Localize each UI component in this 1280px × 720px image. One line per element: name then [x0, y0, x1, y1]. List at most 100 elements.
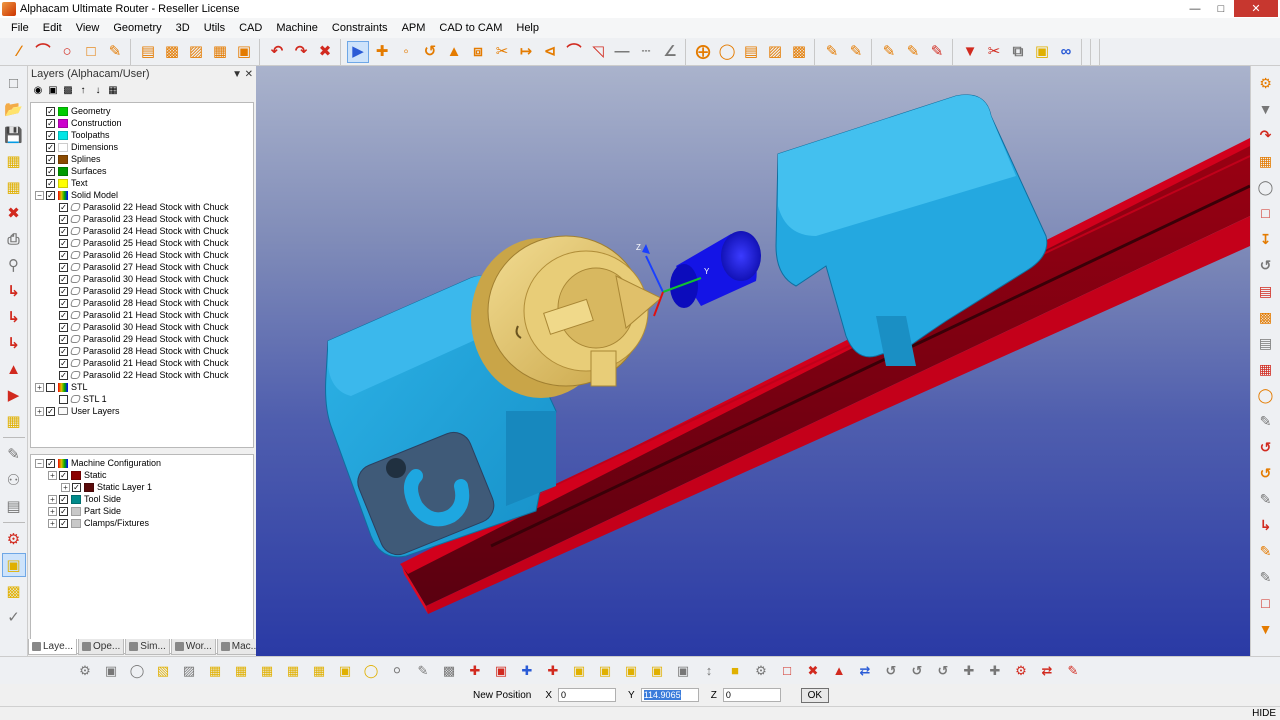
hide-label[interactable]: HIDE — [1252, 708, 1276, 719]
scale-icon[interactable]: ⧈ — [467, 41, 489, 63]
open-icon[interactable]: 📂 — [2, 97, 26, 121]
snap-icon[interactable]: ⨁ — [692, 41, 714, 63]
x-input[interactable]: 0 — [558, 688, 617, 702]
visibility-checkbox[interactable] — [46, 382, 55, 392]
view-icon-38[interactable]: ⇄ — [1036, 660, 1058, 682]
rect-select-icon[interactable]: ▩ — [2, 579, 26, 603]
menu-cad-to-cam[interactable]: CAD to CAM — [432, 18, 509, 38]
view-icon-3[interactable]: ◯ — [126, 660, 148, 682]
select-icon[interactable]: ▶ — [347, 40, 369, 63]
view-icon-22[interactable]: ▣ — [620, 660, 642, 682]
tool-icon-15[interactable]: ↺ — [1254, 435, 1278, 459]
new-icon[interactable]: □ — [2, 71, 26, 95]
tree-row[interactable]: ✓ Surfaces — [31, 165, 253, 177]
close-panel-icon[interactable]: ✕ — [245, 69, 253, 80]
pin-icon[interactable]: ▼ — [232, 69, 242, 80]
binoculars-icon[interactable]: ◉ — [31, 83, 45, 97]
visibility-checkbox[interactable]: ✓ — [46, 142, 55, 152]
tree-row[interactable]: ✓ Parasolid 29 Head Stock with Chuck — [31, 333, 253, 345]
fillet-icon[interactable]: ⌒ — [563, 41, 585, 63]
zoom-icon[interactable]: ⚲ — [2, 253, 26, 277]
menu-edit[interactable]: Edit — [36, 18, 69, 38]
toolpath-icon-2[interactable]: ▨ — [764, 41, 786, 63]
toolpath-icon-3[interactable]: ▩ — [788, 41, 810, 63]
tree-row[interactable]: ✓ Parasolid 28 Head Stock with Chuck — [31, 297, 253, 309]
view-icon-32[interactable]: ↺ — [880, 660, 902, 682]
view-icon-29[interactable]: ✖ — [802, 660, 824, 682]
menu-machine[interactable]: Machine — [269, 18, 325, 38]
view-icon-27[interactable]: ⚙ — [750, 660, 772, 682]
visibility-checkbox[interactable]: ✓ — [59, 286, 68, 296]
view-icon-17[interactable]: ▣ — [490, 660, 512, 682]
visibility-checkbox[interactable]: ✓ — [59, 518, 68, 528]
cube-icon[interactable]: ▣ — [1, 553, 26, 577]
view-icon-21[interactable]: ▣ — [594, 660, 616, 682]
tree-row[interactable]: ✓ Parasolid 21 Head Stock with Chuck — [31, 309, 253, 321]
visibility-checkbox[interactable] — [59, 394, 68, 404]
visibility-checkbox[interactable]: ✓ — [46, 406, 55, 416]
tool-icon-19[interactable]: ✎ — [1254, 539, 1278, 563]
view-icon-1[interactable]: ⚙ — [74, 660, 96, 682]
view-icon-33[interactable]: ↺ — [906, 660, 928, 682]
view-icon-16[interactable]: ✚ — [464, 660, 486, 682]
edit-icon-5[interactable]: ✎ — [926, 41, 948, 63]
tool-icon-2[interactable]: ▼ — [1254, 97, 1278, 121]
tree-row[interactable]: ✓ Parasolid 30 Head Stock with Chuck — [31, 321, 253, 333]
tool-icon-7[interactable]: ↧ — [1254, 227, 1278, 251]
snap-circle-icon[interactable]: ◯ — [716, 41, 738, 63]
expand-icon[interactable]: + — [35, 406, 44, 416]
tool-icon-5[interactable]: ◯ — [1254, 175, 1278, 199]
visibility-checkbox[interactable]: ✓ — [59, 506, 68, 516]
view-icon-19[interactable]: ✚ — [542, 660, 564, 682]
tree-row[interactable]: + ✓ Part Side — [31, 505, 253, 517]
view-icon-23[interactable]: ▣ — [646, 660, 668, 682]
visibility-checkbox[interactable]: ✓ — [46, 166, 55, 176]
tool-icon-6[interactable]: □ — [1254, 201, 1278, 225]
tool-icon-16[interactable]: ↺ — [1254, 461, 1278, 485]
view-icon-2[interactable]: ▣ — [100, 660, 122, 682]
view-icon-37[interactable]: ⚙ — [1010, 660, 1032, 682]
tree-row[interactable]: ✓ Parasolid 30 Head Stock with Chuck — [31, 273, 253, 285]
view-icon-14[interactable]: ✎ — [412, 660, 434, 682]
menu-file[interactable]: File — [4, 18, 36, 38]
expand-icon[interactable]: + — [48, 518, 57, 528]
view-icon-13[interactable]: ⚪ — [386, 660, 408, 682]
maximize-button[interactable]: □ — [1208, 0, 1234, 17]
view-icon-18[interactable]: ✚ — [516, 660, 538, 682]
print-icon[interactable]: ⎙ — [2, 227, 26, 251]
tree-row[interactable]: ✓ Parasolid 25 Head Stock with Chuck — [31, 237, 253, 249]
tree-row[interactable]: + STL — [31, 381, 253, 393]
z-input[interactable]: 0 — [722, 688, 781, 702]
nc-run-icon[interactable]: ▦ — [2, 409, 26, 433]
tree-row[interactable]: ✓ Text — [31, 177, 253, 189]
menu-apm[interactable]: APM — [395, 18, 433, 38]
edit-icon-3[interactable]: ✎ — [878, 41, 900, 63]
visibility-checkbox[interactable]: ✓ — [46, 130, 55, 140]
view-icon-39[interactable]: ✎ — [1062, 660, 1084, 682]
arrow-icon-2[interactable]: ↳ — [2, 305, 26, 329]
layer-icon-1[interactable]: ▤ — [137, 41, 159, 63]
minimize-button[interactable]: — — [1182, 0, 1208, 17]
tool-icon-17[interactable]: ✎ — [1254, 487, 1278, 511]
visibility-checkbox[interactable]: ✓ — [46, 190, 55, 200]
tree-row[interactable]: + ✓ User Layers — [31, 405, 253, 417]
properties-icon[interactable]: ▦ — [106, 83, 120, 97]
tool-icon-9[interactable]: ▤ — [1254, 279, 1278, 303]
view-icon-9[interactable]: ▦ — [282, 660, 304, 682]
view-icon-15[interactable]: ▩ — [438, 660, 460, 682]
expand-icon[interactable]: + — [61, 482, 70, 492]
gears-icon[interactable]: ⚙ — [2, 527, 26, 551]
rectangle-icon[interactable]: □ — [80, 41, 102, 63]
tool-icon-13[interactable]: ◯ — [1254, 383, 1278, 407]
tree-row[interactable]: + ✓ Static — [31, 469, 253, 481]
layer-icon-2[interactable]: ▩ — [161, 41, 183, 63]
tool-icon-4[interactable]: ▦ — [1254, 149, 1278, 173]
panel-tab-3[interactable]: Sim... — [125, 639, 170, 655]
tree-row[interactable]: ✓ Parasolid 22 Head Stock with Chuck — [31, 369, 253, 381]
visibility-checkbox[interactable]: ✓ — [59, 358, 68, 368]
panel-tab-1[interactable]: Laye... — [28, 639, 78, 655]
view-icon-35[interactable]: ✚ — [958, 660, 980, 682]
arrow-up-icon[interactable]: ↑ — [76, 83, 90, 97]
visibility-checkbox[interactable]: ✓ — [59, 298, 68, 308]
visibility-checkbox[interactable]: ✓ — [46, 458, 55, 468]
